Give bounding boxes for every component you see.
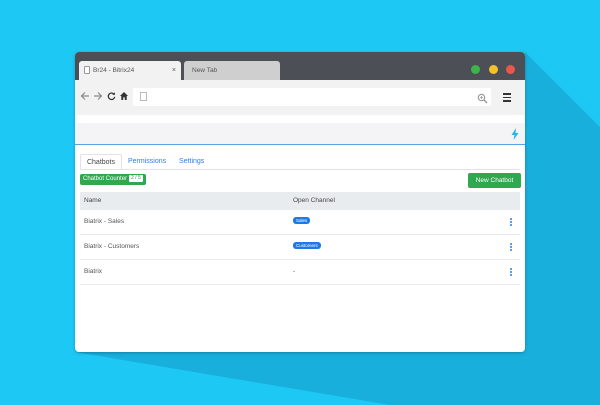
chatbot-counter-badge: Chatbot Counter 2 / 5 (80, 174, 146, 185)
back-arrow-icon[interactable] (80, 91, 90, 104)
chatbot-name: Biatrix - Sales (84, 218, 125, 225)
row-actions-icon[interactable] (510, 218, 513, 227)
zoom-icon[interactable] (477, 91, 488, 109)
tab-permissions[interactable]: Permissions (128, 154, 166, 169)
browser-toolbar (75, 80, 525, 115)
table-row: Biatrix - (80, 260, 520, 285)
column-header-name: Name (84, 197, 102, 204)
tab-label: Br24 - Bitrix24 (93, 67, 135, 74)
tab-settings[interactable]: Settings (179, 154, 204, 169)
column-header-open-channel: Open Channel (293, 197, 335, 204)
title-bar: Br24 - Bitrix24 × New Tab (75, 52, 525, 80)
minimize-button[interactable] (488, 65, 498, 74)
counter-label: Chatbot Counter (83, 176, 128, 182)
channel-badge: Customers (293, 242, 321, 249)
channel-empty: - (293, 268, 296, 275)
home-icon[interactable] (119, 91, 129, 104)
table-row: Biatrix - Sales Sales (80, 210, 520, 235)
tab-label: New Tab (192, 67, 218, 74)
tab-new[interactable]: New Tab (184, 61, 280, 80)
window-controls (467, 61, 515, 79)
row-actions-icon[interactable] (510, 243, 513, 252)
table-row: Biatrix - Customers Customers (80, 235, 520, 260)
tab-chatbots[interactable]: Chatbots (80, 154, 122, 169)
close-tab-icon[interactable]: × (172, 61, 176, 80)
browser-window: Br24 - Bitrix24 × New Tab Chatbots Permi… (75, 52, 525, 352)
menu-icon[interactable] (503, 93, 511, 104)
reload-icon[interactable] (107, 91, 116, 104)
forward-arrow-icon[interactable] (93, 91, 103, 104)
app-header-bar (75, 123, 525, 145)
channel-badge: Sales (293, 217, 311, 224)
maximize-button[interactable] (471, 65, 481, 74)
new-chatbot-button[interactable]: New Chatbot (468, 173, 521, 188)
page-icon (140, 92, 147, 101)
lightning-bolt-icon[interactable] (511, 127, 519, 145)
page-icon (84, 66, 90, 74)
close-window-button[interactable] (506, 65, 515, 74)
tab-divider (80, 169, 520, 170)
tab-bitrix24[interactable]: Br24 - Bitrix24 × (79, 61, 181, 80)
chatbot-name: Biatrix - Customers (84, 243, 140, 250)
chatbot-name: Biatrix (84, 268, 103, 275)
row-actions-icon[interactable] (510, 268, 513, 277)
address-bar[interactable] (133, 88, 491, 106)
table-header: Name Open Channel (80, 192, 520, 210)
counter-value: 2 / 5 (129, 175, 143, 182)
